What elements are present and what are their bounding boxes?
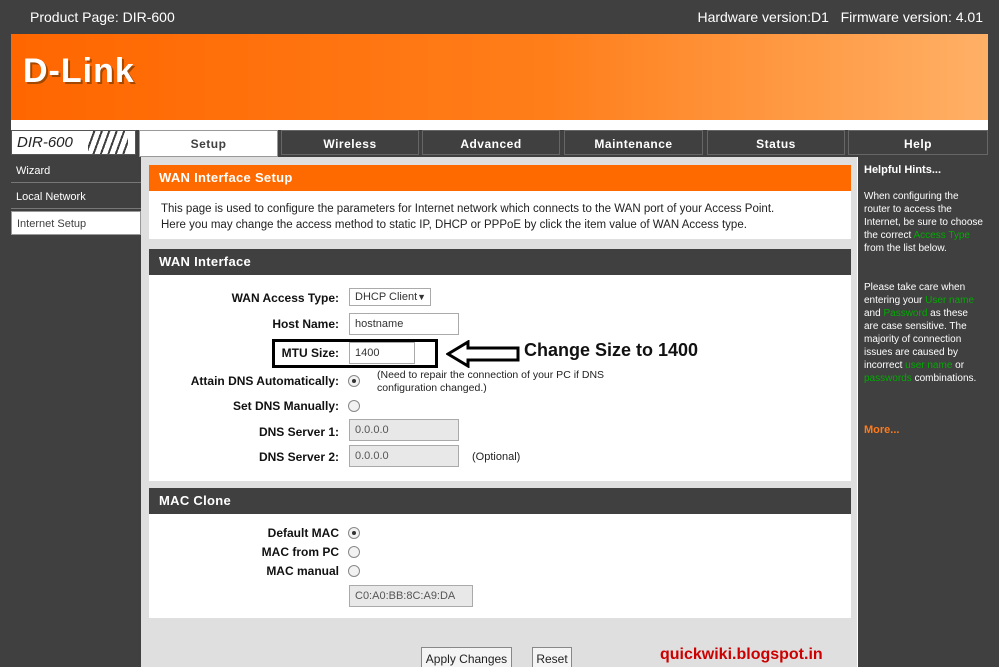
mac-clone-section: MAC Clone Default MAC MAC from PC MAC ma… xyxy=(149,488,851,618)
hints-access-type-link[interactable]: Access Type xyxy=(913,230,970,241)
hints-title: Helpful Hints... xyxy=(864,164,941,176)
mac-from-pc-label: MAC from PC xyxy=(261,545,339,559)
wan-setup-title: WAN Interface Setup xyxy=(149,165,851,191)
model-name: DIR-600 xyxy=(17,134,73,151)
dns-server-1-label: DNS Server 1: xyxy=(258,425,339,439)
apply-changes-button[interactable]: Apply Changes xyxy=(421,647,512,667)
brand-banner: D-Link xyxy=(11,34,988,120)
default-mac-radio[interactable] xyxy=(348,527,360,539)
annotation-text: Change Size to 1400 xyxy=(524,340,699,360)
top-info-bar: Product Page: DIR-600 Hardware version:D… xyxy=(0,0,999,34)
sidebar-item-wizard[interactable]: Wizard xyxy=(11,159,141,183)
hints-user-name-link-2[interactable]: user name xyxy=(905,360,952,371)
watermark: quickwiki.blogspot.in xyxy=(660,646,823,663)
reset-button[interactable]: Reset xyxy=(532,647,572,667)
dns-server-2-note: (Optional) xyxy=(472,451,521,463)
set-dns-manually-label: Set DNS Manually: xyxy=(232,399,339,413)
host-name-input[interactable]: hostname xyxy=(349,313,459,335)
mac-manual-input[interactable]: C0:A0:BB:8C:A9:DA xyxy=(349,585,473,607)
chevron-down-icon: ▼ xyxy=(417,292,426,302)
mtu-highlight-box xyxy=(272,339,438,368)
left-arrow-icon xyxy=(446,340,520,368)
tab-advanced[interactable]: Advanced xyxy=(422,130,560,155)
tab-wireless[interactable]: Wireless xyxy=(281,130,419,155)
attain-dns-note-line2: configuration changed.) xyxy=(377,382,487,394)
hints-password-link[interactable]: Password xyxy=(883,308,927,319)
tab-maintenance[interactable]: Maintenance xyxy=(564,130,703,155)
attain-dns-label: Attain DNS Automatically: xyxy=(190,374,339,388)
mac-manual-radio[interactable] xyxy=(348,565,360,577)
wan-access-type-select[interactable]: DHCP Client ▼ xyxy=(349,288,431,306)
dns-server-2-label: DNS Server 2: xyxy=(258,450,339,464)
set-dns-manually-radio[interactable] xyxy=(348,400,360,412)
wan-setup-section: WAN Interface Setup This page is used to… xyxy=(149,165,851,239)
tab-status[interactable]: Status xyxy=(707,130,845,155)
hints-p2-text-b: and xyxy=(864,308,881,319)
main-content: WAN Interface Setup This page is used to… xyxy=(141,157,857,667)
hints-passwords-link[interactable]: passwords xyxy=(864,373,912,384)
wan-access-type-label: WAN Access Type: xyxy=(231,291,339,305)
mac-clone-title: MAC Clone xyxy=(149,488,851,514)
model-badge-stripes xyxy=(88,131,128,154)
sidebar: Wizard Local Network Internet Setup xyxy=(11,157,141,667)
wan-setup-desc-line1: This page is used to configure the param… xyxy=(161,203,775,215)
sidebar-item-internet-setup[interactable]: Internet Setup xyxy=(11,211,141,235)
dns-server-2-input[interactable]: 0.0.0.0 xyxy=(349,445,459,467)
hints-user-name-link[interactable]: User name xyxy=(925,295,974,306)
mac-from-pc-radio[interactable] xyxy=(348,546,360,558)
sidebar-item-local-network[interactable]: Local Network xyxy=(11,185,141,209)
attain-dns-note-line1: (Need to repair the connection of your P… xyxy=(377,369,605,381)
hints-more-link[interactable]: More... xyxy=(864,424,899,437)
wan-interface-title: WAN Interface xyxy=(149,249,851,275)
version-info: Hardware version:D1 Firmware version: 4.… xyxy=(697,9,983,25)
default-mac-label: Default MAC xyxy=(267,526,339,540)
banner-divider xyxy=(11,120,988,130)
hints-p1-text-b: from the list below. xyxy=(864,243,947,254)
hints-p2-text-e: combinations. xyxy=(914,373,977,384)
wan-access-type-value: DHCP Client xyxy=(355,291,418,303)
hints-paragraph-2: Please take care when entering your User… xyxy=(864,281,984,385)
product-page-label: Product Page: DIR-600 xyxy=(30,9,175,25)
wan-setup-desc-line2: Here you may change the access method to… xyxy=(161,219,747,231)
hints-paragraph-1: When configuring the router to access th… xyxy=(864,190,984,255)
dlink-logo: D-Link xyxy=(23,52,135,90)
dns-server-1-input[interactable]: 0.0.0.0 xyxy=(349,419,459,441)
mac-manual-label: MAC manual xyxy=(266,564,339,578)
host-name-label: Host Name: xyxy=(272,317,339,331)
attain-dns-radio[interactable] xyxy=(348,375,360,387)
router-admin-page: Product Page: DIR-600 Hardware version:D… xyxy=(0,0,999,667)
hints-p2-text-d: or xyxy=(955,360,965,371)
model-badge: DIR-600 xyxy=(11,130,136,155)
tab-setup[interactable]: Setup xyxy=(139,130,278,157)
tab-help[interactable]: Help xyxy=(848,130,988,155)
helpful-hints-panel: Helpful Hints... When configuring the ro… xyxy=(857,157,988,667)
